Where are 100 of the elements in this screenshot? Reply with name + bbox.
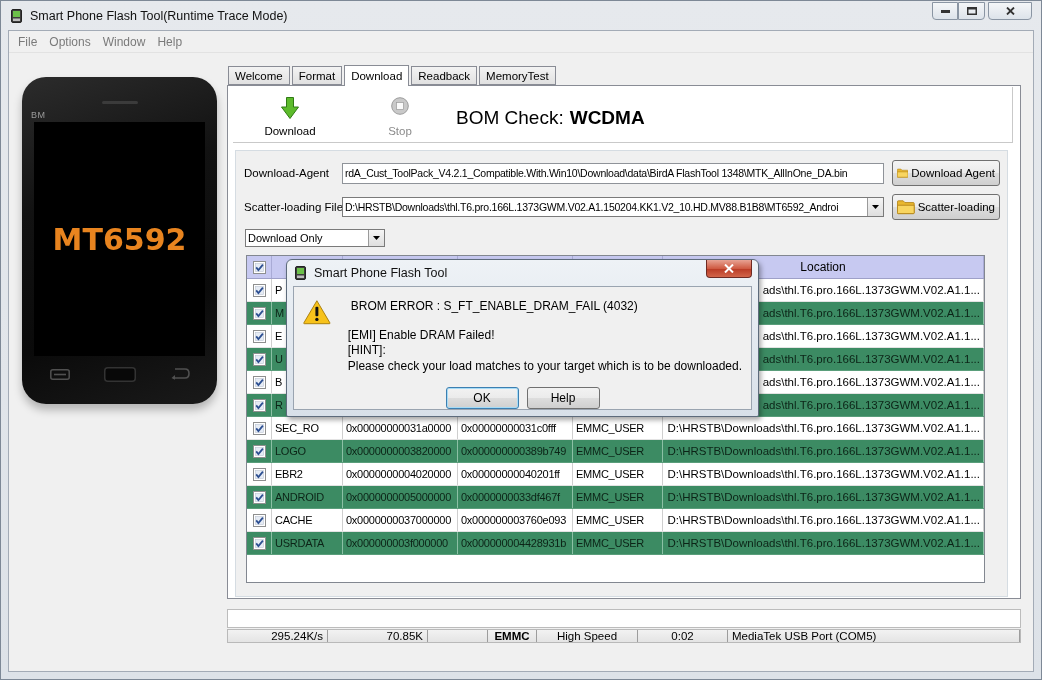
storage-type: EMMC	[488, 630, 537, 642]
tab[interactable]: MemoryTest	[479, 66, 556, 85]
table-row[interactable]: SEC_RO 0x00000000031a0000 0x00000000031c0fff EMMC_USER D:\HRSTB\Downloads\thl.T6.pro.166L.1373GWM.V02.A1.1...	[247, 417, 984, 440]
close-icon	[1005, 7, 1015, 15]
checkbox[interactable]	[252, 352, 266, 366]
table-row[interactable]: CACHE 0x0000000037000000 0x000000003760e093 EMMC_USER D:\HRSTB\Downloads\thl.T6.pro.166L.1373GWM.V02.A1.1...	[247, 509, 984, 532]
bom-check-label: BOM Check:	[456, 106, 564, 129]
minimize-icon	[940, 9, 950, 13]
table-cell: ANDROID	[275, 491, 324, 503]
dialog-title: Smart Phone Flash Tool	[314, 265, 448, 280]
table-cell: D:\HRSTB\Downloads\thl.T6.pro.166L.1373GWM.V02.A1.1...	[667, 468, 980, 480]
message-text: [EMI] Enable DRAM Failed!	[347, 327, 496, 343]
tab[interactable]: Download	[344, 65, 410, 86]
checkbox[interactable]	[252, 421, 266, 435]
phone-icon	[295, 265, 306, 280]
usb-speed: High Speed	[537, 630, 638, 642]
elapsed-time: 0:02	[638, 630, 728, 642]
table-cell: CACHE	[275, 514, 313, 526]
checkbox[interactable]	[252, 467, 266, 481]
error-message: BROM ERROR : S_FT_ENABLE_DRAM_FAIL (4032)	[349, 297, 639, 314]
table-cell: 0x00000000040201ff	[461, 468, 560, 480]
table-cell: D:\HRSTB\Downloads\thl.T6.pro.166L.1373GWM.V02.A1.1...	[667, 422, 980, 434]
dialog-button[interactable]: OK	[445, 387, 519, 409]
dialog-close-button[interactable]	[706, 260, 752, 278]
checkbox[interactable]	[252, 375, 266, 389]
checkbox[interactable]	[252, 490, 266, 504]
table-row[interactable]: LOGO 0x0000000003820000 0x000000000389b749 EMMC_USER D:\HRSTB\Downloads\thl.T6.pro.166L.1373GWM.V02.A1.1...	[247, 440, 984, 463]
window-title: Smart Phone Flash Tool(Runtime Trace Mode)	[30, 8, 288, 23]
download-agent-button[interactable]: Download Agent	[892, 160, 1000, 186]
table-cell: EMMC_USER	[576, 537, 645, 549]
home-key-icon	[104, 366, 136, 382]
checkbox[interactable]	[252, 536, 266, 550]
phone-brand-label: BM	[31, 110, 46, 120]
table-cell: D:\HRSTB\Downloads\thl.T6.pro.166L.1373GWM.V02.A1.1...	[667, 491, 980, 503]
transferred-size: 70.85K	[328, 630, 428, 642]
phone-model-label: MT6592	[52, 221, 187, 257]
warning-icon	[303, 297, 331, 326]
table-cell: D:\HRSTB\Downloads\thl.T6.pro.166L.1373GWM.V02.A1.1...	[667, 537, 980, 549]
table-cell: 0x00000000031a0000	[346, 422, 451, 434]
scatter-file-combo[interactable]: D:\HRSTB\Downloads\thl.T6.pro.166L.1373GWM.V02.A1.150204.KK1.V2_10.HD.MV88.B1B8\MT6592_Androi	[342, 197, 884, 217]
checkbox[interactable]	[252, 398, 266, 412]
close-button[interactable]	[988, 2, 1032, 20]
close-icon	[724, 264, 734, 273]
table-cell: D:\HRSTB\Downloads\thl.T6.pro.166L.1373GWM.V02.A1.1...	[667, 445, 980, 457]
dialog-button[interactable]: Help	[526, 387, 600, 409]
table-cell: 0x0000000004020000	[346, 468, 451, 480]
table-cell: 0x00000000031c0fff	[461, 422, 556, 434]
tab[interactable]: Welcome	[228, 66, 290, 85]
checkbox[interactable]	[252, 260, 266, 274]
transfer-speed: 295.24K/s	[228, 630, 328, 642]
folder-icon	[897, 199, 915, 215]
field-label: Download-Agent	[244, 167, 331, 179]
phone-icon	[11, 8, 22, 23]
table-cell: EMMC_USER	[576, 491, 645, 503]
table-cell: 0x000000003f000000	[346, 537, 448, 549]
table-row[interactable]: ANDROID 0x0000000005000000 0x0000000033df467f EMMC_USER D:\HRSTB\Downloads\thl.T6.pro.166L.1373GWM.V02.A1.1...	[247, 486, 984, 509]
table-cell: 0x000000003760e093	[461, 514, 566, 526]
caret-down-icon	[872, 205, 879, 209]
checkbox[interactable]	[252, 513, 266, 527]
table-cell: ads\thl.T6.pro.166L.1373GWM.V02.A1.1...	[762, 353, 980, 365]
table-cell: ads\thl.T6.pro.166L.1373GWM.V02.A1.1...	[762, 376, 980, 388]
checkbox[interactable]	[252, 283, 266, 297]
table-cell: D:\HRSTB\Downloads\thl.T6.pro.166L.1373GWM.V02.A1.1...	[667, 514, 980, 526]
caret-down-icon	[373, 236, 380, 240]
table-cell: 0x0000000033df467f	[461, 491, 560, 503]
table-cell: EMMC_USER	[576, 468, 645, 480]
scatter-loading-button[interactable]: Scatter-loading	[892, 194, 1000, 220]
maximize-button[interactable]	[958, 2, 985, 20]
tab[interactable]: Format	[291, 66, 343, 85]
table-cell: E	[275, 330, 283, 342]
table-cell: ads\thl.T6.pro.166L.1373GWM.V02.A1.1...	[762, 330, 980, 342]
menu-key-icon	[50, 368, 70, 380]
table-cell: USRDATA	[275, 537, 325, 549]
table-cell: 0x000000004428931b	[461, 537, 566, 549]
folder-icon	[897, 165, 909, 181]
table-cell: EMMC_USER	[576, 514, 645, 526]
table-row[interactable]: USRDATA 0x000000003f000000 0x000000004428931b EMMC_USER D:\HRSTB\Downloads\thl.T6.pro.166L.1373GWM.V02.A1.1...	[247, 532, 984, 555]
tab[interactable]: Readback	[411, 66, 478, 85]
message-text: Please check your load matches to your target which is to be downloaded.	[347, 358, 742, 374]
bom-check-value: WCDMA	[569, 106, 645, 129]
table-cell: U	[275, 353, 283, 365]
mode-dropdown[interactable]: Download Only	[245, 229, 385, 247]
table-cell: 0x0000000005000000	[346, 491, 451, 503]
table-cell: P	[275, 284, 283, 296]
minimize-button[interactable]	[932, 2, 958, 20]
stop-icon	[391, 96, 409, 115]
checkbox[interactable]	[252, 306, 266, 320]
table-row[interactable]: EBR2 0x0000000004020000 0x00000000040201ff EMMC_USER D:\HRSTB\Downloads\thl.T6.pro.166L.1373GWM.V02.A1.1...	[247, 463, 984, 486]
message-text: [HINT]:	[347, 343, 387, 359]
checkbox[interactable]	[252, 444, 266, 458]
table-cell: 0x0000000003820000	[346, 445, 451, 457]
checkbox[interactable]	[252, 329, 266, 343]
table-cell: ads\thl.T6.pro.166L.1373GWM.V02.A1.1...	[762, 284, 980, 296]
maximize-icon	[966, 7, 977, 15]
table-cell: 0x000000000389b749	[461, 445, 566, 457]
field-label: Scatter-loading File	[244, 201, 342, 213]
table-cell: 0x0000000037000000	[346, 514, 451, 526]
download-agent-field[interactable]: rdA_Cust_ToolPack_V4.2.1_Compatible.With.Win10\Download\data\BirdA FlashTool 1348\MTK_AllInOne_DA.bin	[342, 162, 884, 184]
table-cell: SEC_RO	[275, 422, 319, 434]
download-button[interactable]: Download	[258, 92, 322, 137]
